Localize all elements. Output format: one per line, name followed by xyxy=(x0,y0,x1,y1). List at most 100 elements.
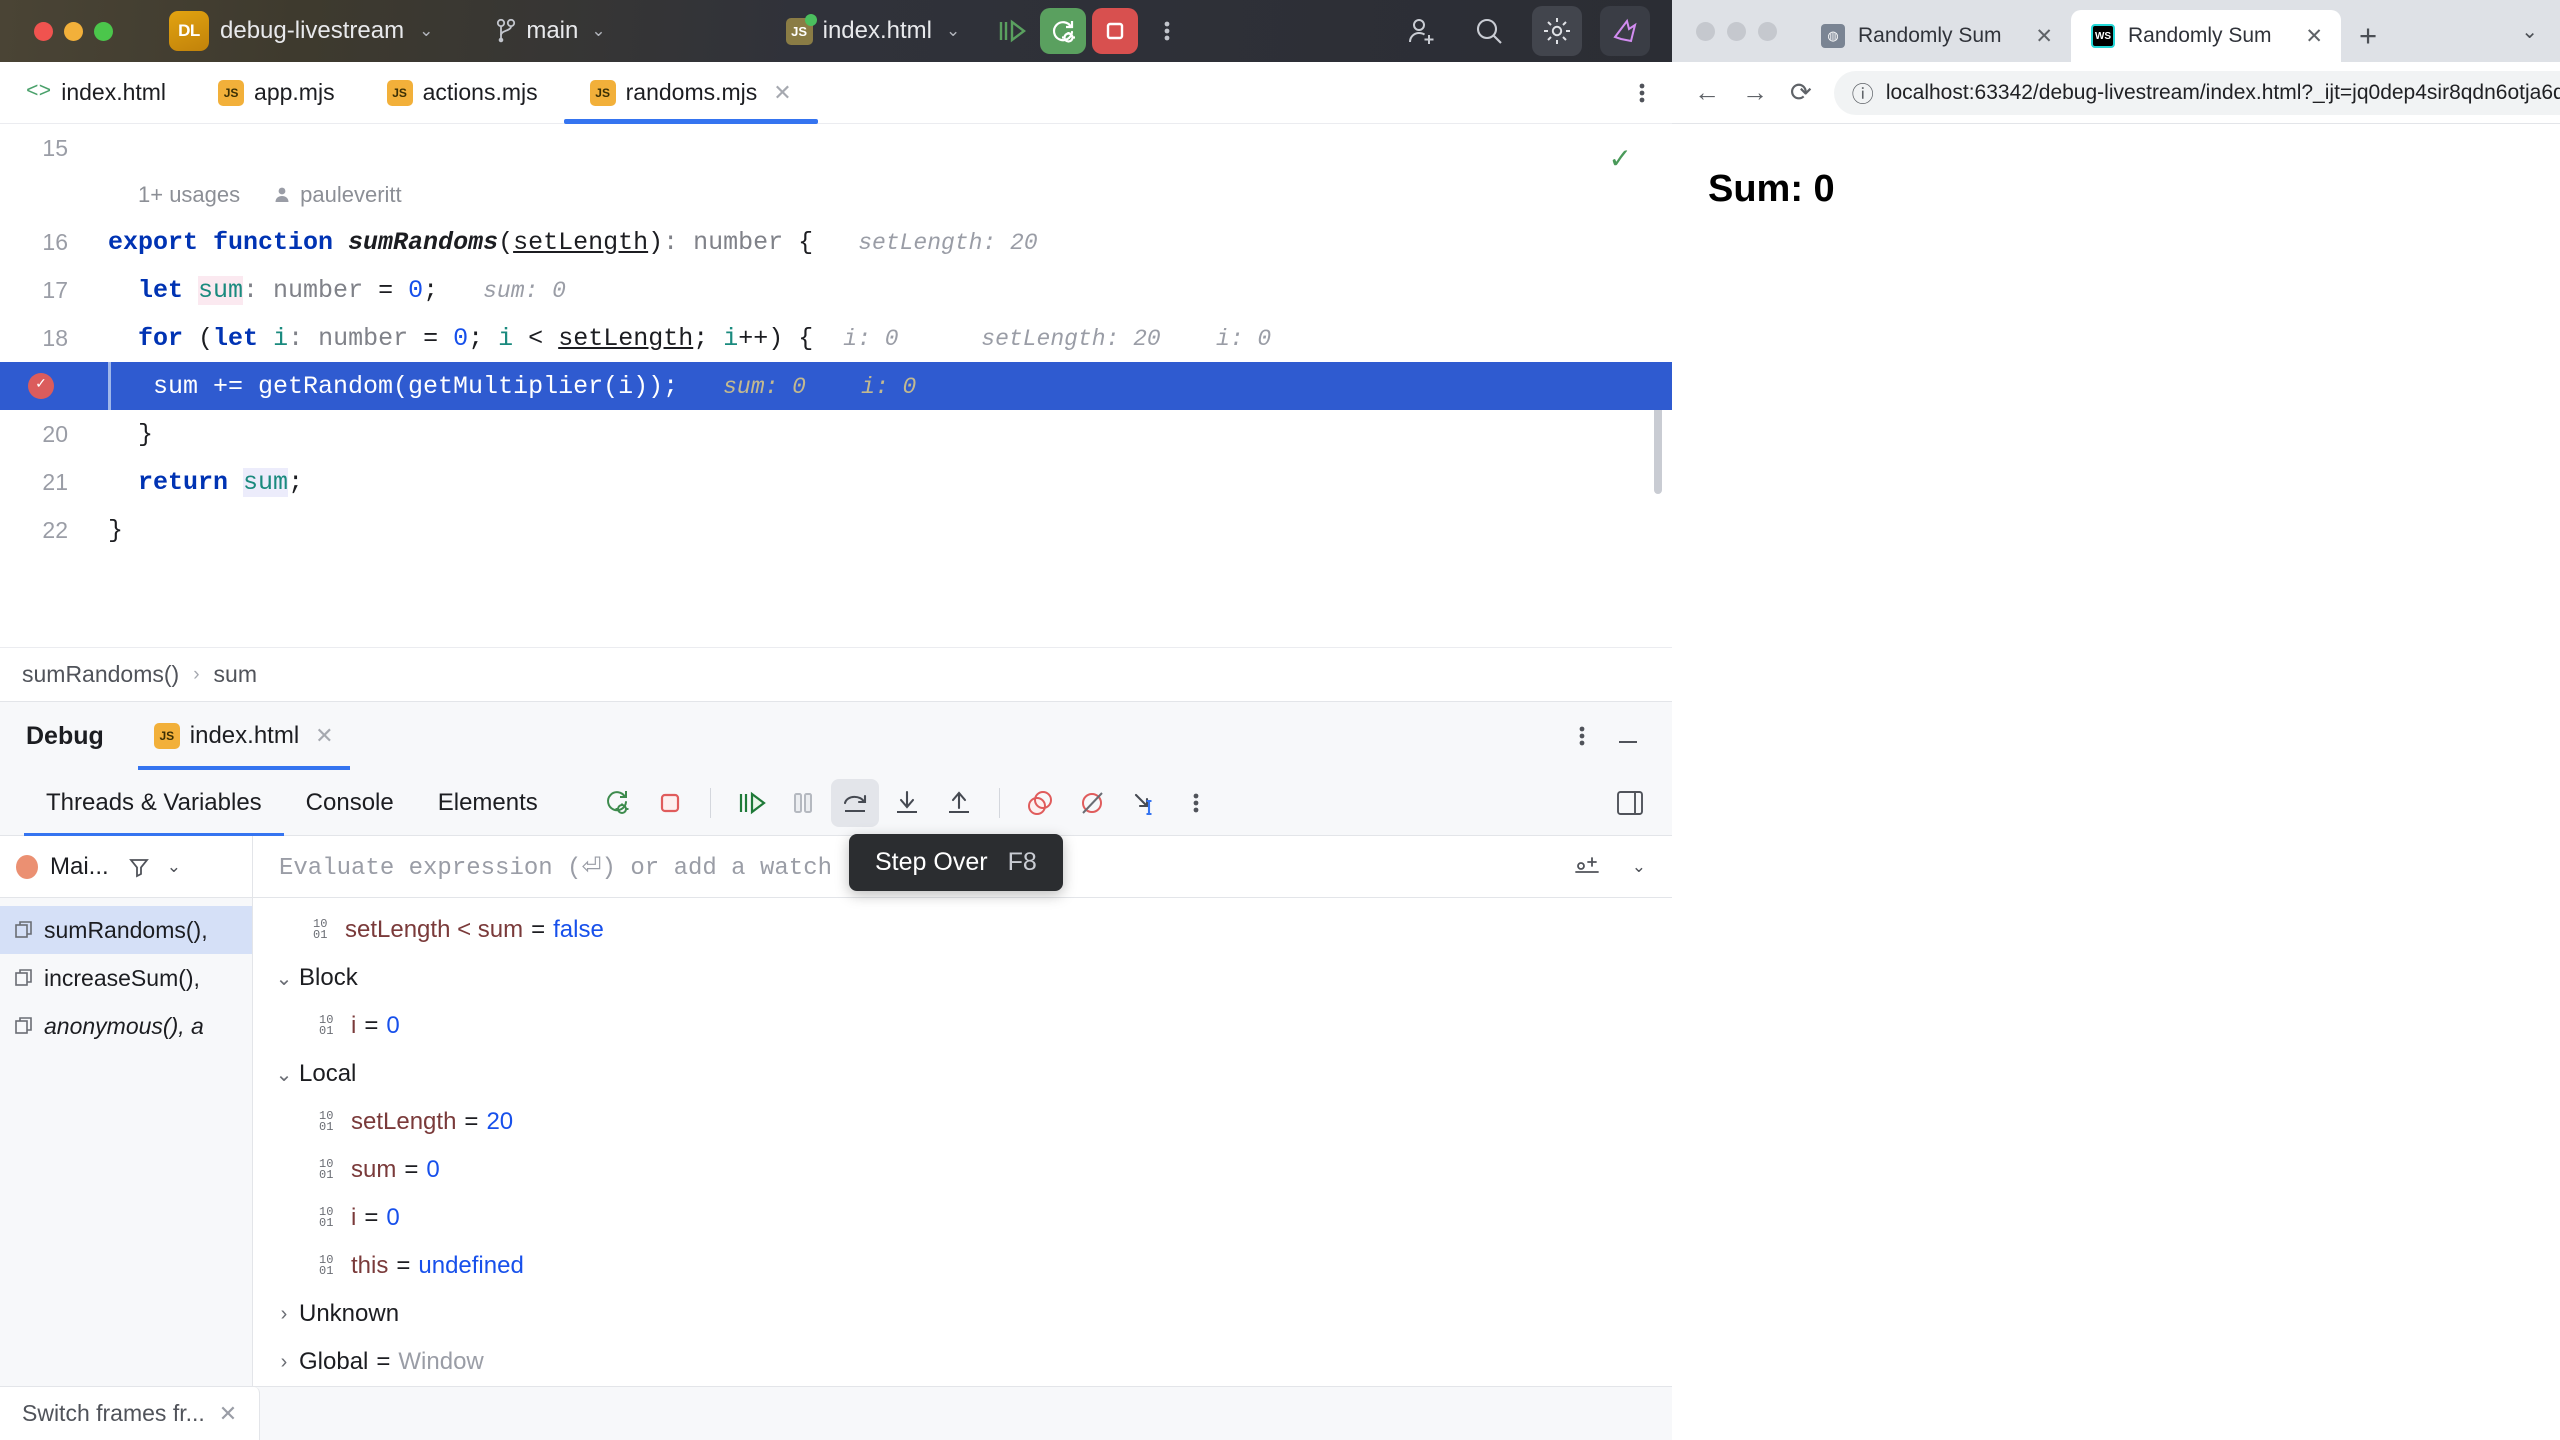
chevron-down-icon[interactable]: ⌄ xyxy=(269,1062,299,1087)
breadcrumb-item-function[interactable]: sumRandoms() xyxy=(22,661,179,688)
tab-search-chevron-icon[interactable]: ⌄ xyxy=(2521,19,2560,44)
js-icon: JS xyxy=(590,80,616,106)
address-bar[interactable]: ⓘ localhost:63342/debug-livestream/index… xyxy=(1834,71,2560,115)
frames-list[interactable]: sumRandoms(), increaseSum(), anonymous()… xyxy=(0,898,253,1386)
breakpoint-icon[interactable] xyxy=(28,373,54,399)
back-icon[interactable]: ← xyxy=(1694,77,1720,108)
breadcrumb-item-variable[interactable]: sum xyxy=(214,661,257,688)
mute-breakpoints-icon[interactable] xyxy=(1068,779,1116,827)
debug-options-button[interactable] xyxy=(1578,721,1586,751)
editor-tab-randoms-mjs[interactable]: JS randoms.mjs ✕ xyxy=(564,62,818,123)
title-bar-right-actions xyxy=(1396,6,1656,56)
resume-program-button[interactable] xyxy=(988,8,1034,54)
forward-icon[interactable]: → xyxy=(1742,77,1768,108)
new-tab-button[interactable]: + xyxy=(2341,10,2395,62)
stop-button[interactable] xyxy=(1092,8,1138,54)
editor-tab-label: randoms.mjs xyxy=(626,79,758,106)
run-configuration-selector[interactable]: JS index.html ⌄ xyxy=(786,17,961,45)
chevron-right-icon[interactable]: › xyxy=(269,1351,299,1374)
filter-icon[interactable] xyxy=(127,855,151,879)
step-out-icon[interactable] xyxy=(935,779,983,827)
webstorm-icon: WS xyxy=(2091,24,2115,48)
chevron-down-icon[interactable]: ⌄ xyxy=(167,857,181,877)
more-run-actions-button[interactable] xyxy=(1144,8,1190,54)
pause-program-icon[interactable] xyxy=(779,779,827,827)
step-over-icon[interactable] xyxy=(831,779,879,827)
ai-assistant-button[interactable] xyxy=(1600,6,1650,56)
rerun-debug-button[interactable] xyxy=(1040,8,1086,54)
window-traffic-lights[interactable] xyxy=(34,22,113,41)
code-with-me-button[interactable] xyxy=(1396,6,1446,56)
close-icon[interactable]: ✕ xyxy=(2305,24,2323,49)
minimize-window-button[interactable] xyxy=(64,22,83,41)
chevron-down-icon[interactable]: ⌄ xyxy=(269,966,299,991)
step-into-icon[interactable] xyxy=(883,779,931,827)
info-icon[interactable]: ⓘ xyxy=(1852,77,1874,109)
run-configuration-name: index.html xyxy=(823,17,932,45)
close-window-button[interactable] xyxy=(1696,22,1715,41)
add-watch-icon[interactable] xyxy=(1572,854,1602,880)
stop-icon[interactable] xyxy=(646,779,694,827)
close-icon[interactable]: ✕ xyxy=(219,1401,237,1427)
settings-button[interactable] xyxy=(1532,6,1582,56)
globe-icon: ◍ xyxy=(1821,24,1845,48)
editor-tab-app-mjs[interactable]: JS app.mjs xyxy=(192,62,361,123)
thread-selector[interactable]: Mai... ⌄ xyxy=(0,836,253,898)
variable-row[interactable]: 1001 i = 0 xyxy=(253,1002,1672,1050)
browser-traffic-lights[interactable] xyxy=(1696,22,1777,41)
editor-tab-index-html[interactable]: <> index.html xyxy=(0,62,192,123)
minimize-window-button[interactable] xyxy=(1727,22,1746,41)
code-author[interactable]: pauleveritt xyxy=(272,182,402,208)
editor-tabs-more-button[interactable] xyxy=(1638,62,1672,123)
frame-row[interactable]: sumRandoms(), xyxy=(0,906,252,954)
debug-more-icon[interactable] xyxy=(1172,779,1220,827)
line-number: 15 xyxy=(0,135,78,162)
variable-group-unknown[interactable]: › Unknown xyxy=(253,1290,1672,1338)
variable-row[interactable]: 1001 this = undefined xyxy=(253,1242,1672,1290)
resume-program-icon[interactable] xyxy=(727,779,775,827)
close-icon[interactable]: ✕ xyxy=(315,723,333,749)
variable-group-global[interactable]: › Global = Window xyxy=(253,1338,1672,1386)
chevron-down-icon[interactable]: ⌄ xyxy=(1632,857,1646,877)
branch-selector[interactable]: main ⌄ xyxy=(495,17,605,45)
variable-group-block[interactable]: ⌄ Block xyxy=(253,954,1672,1002)
variable-group-local[interactable]: ⌄ Local xyxy=(253,1050,1672,1098)
run-to-cursor-icon[interactable] xyxy=(1120,779,1168,827)
variable-row[interactable]: 1001 i = 0 xyxy=(253,1194,1672,1242)
close-icon[interactable]: ✕ xyxy=(2035,24,2053,49)
project-selector[interactable]: DL debug-livestream ⌄ xyxy=(169,11,433,51)
frame-label: sumRandoms(), xyxy=(44,917,208,944)
minimize-panel-button[interactable] xyxy=(1614,722,1642,750)
maximize-window-button[interactable] xyxy=(94,22,113,41)
rerun-debug-icon[interactable] xyxy=(594,779,642,827)
status-notification[interactable]: Switch frames fr... ✕ xyxy=(0,1387,260,1440)
layout-settings-button[interactable] xyxy=(1614,788,1672,818)
editor-tab-label: index.html xyxy=(61,79,166,106)
variables-tree[interactable]: 1001 setLength < sum = false ⌄ Block 100… xyxy=(253,898,1672,1386)
frame-row[interactable]: increaseSum(), xyxy=(0,954,252,1002)
editor-tab-actions-mjs[interactable]: JS actions.mjs xyxy=(361,62,564,123)
browser-tab-2[interactable]: WS Randomly Sum ✕ xyxy=(2071,10,2341,62)
search-everywhere-button[interactable] xyxy=(1464,6,1514,56)
chevron-right-icon[interactable]: › xyxy=(269,1303,299,1326)
maximize-window-button[interactable] xyxy=(1758,22,1777,41)
tab-elements[interactable]: Elements xyxy=(416,770,560,836)
code-line-15: 15 xyxy=(0,124,1672,172)
frame-row[interactable]: anonymous(), a xyxy=(0,1002,252,1050)
variable-row[interactable]: 1001 sum = 0 xyxy=(253,1146,1672,1194)
close-icon[interactable]: ✕ xyxy=(773,80,791,106)
variable-row[interactable]: 1001 setLength = 20 xyxy=(253,1098,1672,1146)
usages-count[interactable]: 1+ usages xyxy=(138,182,240,208)
reload-icon[interactable]: ⟳ xyxy=(1790,77,1812,108)
inline-hint: setLength: 20 xyxy=(858,230,1037,256)
close-window-button[interactable] xyxy=(34,22,53,41)
breadcrumb: sumRandoms() › sum xyxy=(0,647,1672,701)
tab-console[interactable]: Console xyxy=(284,770,416,836)
debug-session-tab[interactable]: JS index.html ✕ xyxy=(138,702,350,770)
variable-watch-row[interactable]: 1001 setLength < sum = false xyxy=(253,906,1672,954)
view-breakpoints-icon[interactable] xyxy=(1016,779,1064,827)
browser-tab-1[interactable]: ◍ Randomly Sum ✕ xyxy=(1801,10,2071,62)
debug-panel-header-actions xyxy=(1578,721,1672,751)
tab-threads-and-variables[interactable]: Threads & Variables xyxy=(24,770,284,836)
code-editor[interactable]: ✓ 15 1+ usages pauleveritt 16 export fun xyxy=(0,124,1672,647)
